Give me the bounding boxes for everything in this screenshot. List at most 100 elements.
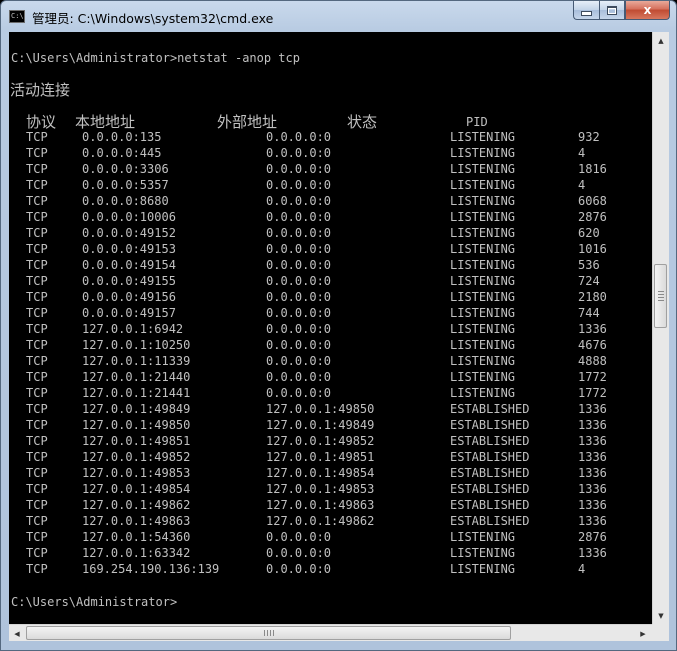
- cell-pid: 1336: [578, 546, 607, 560]
- cell-foreign: 0.0.0.0:0: [266, 258, 332, 272]
- cell-foreign: 0.0.0.0:0: [266, 210, 332, 224]
- vertical-scrollbar[interactable]: ▲ ▼: [652, 32, 669, 624]
- maximize-icon: [607, 5, 617, 15]
- table-row: TCP 127.0.0.1:49851 127.0.0.1:49852 ESTABLI…: [9, 433, 652, 449]
- cell-proto: TCP: [26, 306, 48, 320]
- cell-proto: TCP: [26, 322, 48, 336]
- cell-foreign: 127.0.0.1:49850: [266, 402, 375, 416]
- table-row: TCP 0.0.0.0:49157 0.0.0.0:0 LISTENING 744: [9, 305, 652, 321]
- maximize-button[interactable]: [599, 1, 625, 20]
- cell-state: LISTENING: [450, 130, 516, 144]
- cell-pid: 4: [578, 562, 586, 576]
- cell-pid: 1772: [578, 370, 607, 384]
- table-row: TCP 127.0.0.1:49849 127.0.0.1:49850 ESTABLI…: [9, 401, 652, 417]
- cell-foreign: 127.0.0.1:49853: [266, 482, 375, 496]
- cell-proto: TCP: [26, 162, 48, 176]
- cell-foreign: 127.0.0.1:49852: [266, 434, 375, 448]
- cell-pid: 932: [578, 130, 600, 144]
- cell-foreign: 0.0.0.0:0: [266, 306, 332, 320]
- vertical-scroll-thumb[interactable]: [654, 264, 667, 328]
- cell-state: LISTENING: [450, 322, 516, 336]
- horizontal-scrollbar[interactable]: ◀ ▶: [9, 624, 652, 641]
- arrow-left-icon[interactable]: ◀: [9, 625, 25, 642]
- grip-line: [273, 630, 274, 636]
- cell-foreign: 0.0.0.0:0: [266, 242, 332, 256]
- table-row: TCP 0.0.0.0:5357 0.0.0.0:0 LISTENING 4: [9, 177, 652, 193]
- scrollbar-corner: [652, 624, 669, 641]
- grip-line: [658, 291, 664, 292]
- cell-local: 127.0.0.1:11339: [82, 354, 191, 368]
- title-bar[interactable]: C:\ 管理员: C:\Windows\system32\cmd.exe x: [1, 1, 676, 31]
- cell-state: ESTABLISHED: [450, 450, 530, 464]
- arrow-up-icon[interactable]: ▲: [653, 32, 669, 49]
- table-row: TCP 127.0.0.1:63342 0.0.0.0:0 LISTENING 1336: [9, 545, 652, 561]
- cell-state: LISTENING: [450, 354, 516, 368]
- close-button[interactable]: x: [625, 1, 670, 20]
- cell-state: LISTENING: [450, 258, 516, 272]
- table-row: TCP 0.0.0.0:8680 0.0.0.0:0 LISTENING 6068: [9, 193, 652, 209]
- header-state: 状态: [347, 113, 378, 131]
- cell-local: 127.0.0.1:49851: [82, 434, 191, 448]
- cell-foreign: 0.0.0.0:0: [266, 322, 332, 336]
- cell-foreign: 0.0.0.0:0: [266, 370, 332, 384]
- table-row: TCP 127.0.0.1:21441 0.0.0.0:0 LISTENING 1772: [9, 385, 652, 401]
- cell-pid: 1336: [578, 418, 607, 432]
- cmd-icon[interactable]: C:\: [9, 10, 25, 23]
- cell-proto: TCP: [26, 338, 48, 352]
- minimize-button[interactable]: [573, 1, 599, 20]
- arrow-right-icon[interactable]: ▶: [635, 625, 651, 642]
- cell-proto: TCP: [26, 258, 48, 272]
- cell-proto: TCP: [26, 194, 48, 208]
- cell-foreign: 127.0.0.1:49862: [266, 514, 375, 528]
- table-row: TCP 127.0.0.1:21440 0.0.0.0:0 LISTENING 1772: [9, 369, 652, 385]
- cell-proto: TCP: [26, 530, 48, 544]
- cell-proto: TCP: [26, 354, 48, 368]
- cell-proto: TCP: [26, 466, 48, 480]
- cell-local: 0.0.0.0:10006: [82, 210, 176, 224]
- cell-proto: TCP: [26, 450, 48, 464]
- cell-pid: 4676: [578, 338, 607, 352]
- section-title: 活动连接: [10, 81, 71, 99]
- table-row: TCP 127.0.0.1:11339 0.0.0.0:0 LISTENING 4888: [9, 353, 652, 369]
- cell-foreign: 0.0.0.0:0: [266, 274, 332, 288]
- console-output[interactable]: C:\Users\Administrator>netstat -anop tcp…: [9, 32, 652, 624]
- cell-foreign: 127.0.0.1:49854: [266, 466, 375, 480]
- horizontal-scroll-thumb[interactable]: [26, 626, 511, 640]
- cell-foreign: 0.0.0.0:0: [266, 146, 332, 160]
- cell-local: 0.0.0.0:445: [82, 146, 162, 160]
- cell-foreign: 0.0.0.0:0: [266, 562, 332, 576]
- cell-proto: TCP: [26, 418, 48, 432]
- cell-state: LISTENING: [450, 242, 516, 256]
- table-header: 协议 本地地址 外部地址 状态 PID: [9, 114, 652, 130]
- cell-local: 0.0.0.0:49152: [82, 226, 176, 240]
- cell-local: 0.0.0.0:49156: [82, 290, 176, 304]
- cell-state: LISTENING: [450, 386, 516, 400]
- cell-pid: 724: [578, 274, 600, 288]
- cell-foreign: 0.0.0.0:0: [266, 546, 332, 560]
- cell-proto: TCP: [26, 546, 48, 560]
- cell-foreign: 0.0.0.0:0: [266, 162, 332, 176]
- cell-state: ESTABLISHED: [450, 402, 530, 416]
- cell-foreign: 0.0.0.0:0: [266, 338, 332, 352]
- cell-foreign: 0.0.0.0:0: [266, 178, 332, 192]
- grip-line: [267, 630, 268, 636]
- cell-state: LISTENING: [450, 562, 516, 576]
- cell-state: LISTENING: [450, 338, 516, 352]
- cell-state: LISTENING: [450, 546, 516, 560]
- table-row: TCP 127.0.0.1:49853 127.0.0.1:49854 ESTABLI…: [9, 465, 652, 481]
- cmd-window: C:\ 管理员: C:\Windows\system32\cmd.exe x C…: [0, 0, 677, 651]
- table-row: TCP 0.0.0.0:49153 0.0.0.0:0 LISTENING 1016: [9, 241, 652, 257]
- cell-local: 127.0.0.1:49852: [82, 450, 191, 464]
- header-local: 本地地址: [75, 113, 136, 131]
- cell-local: 127.0.0.1:49862: [82, 498, 191, 512]
- cell-pid: 6068: [578, 194, 607, 208]
- cell-local: 169.254.190.136:139: [82, 562, 220, 576]
- cell-state: ESTABLISHED: [450, 482, 530, 496]
- table-row: TCP 127.0.0.1:54360 0.0.0.0:0 LISTENING 2876: [9, 529, 652, 545]
- cell-state: LISTENING: [450, 530, 516, 544]
- prompt-line[interactable]: C:\Users\Administrator>: [11, 594, 177, 610]
- cell-state: LISTENING: [450, 274, 516, 288]
- cell-state: ESTABLISHED: [450, 418, 530, 432]
- arrow-down-icon[interactable]: ▼: [653, 607, 669, 624]
- cell-foreign: 127.0.0.1:49851: [266, 450, 375, 464]
